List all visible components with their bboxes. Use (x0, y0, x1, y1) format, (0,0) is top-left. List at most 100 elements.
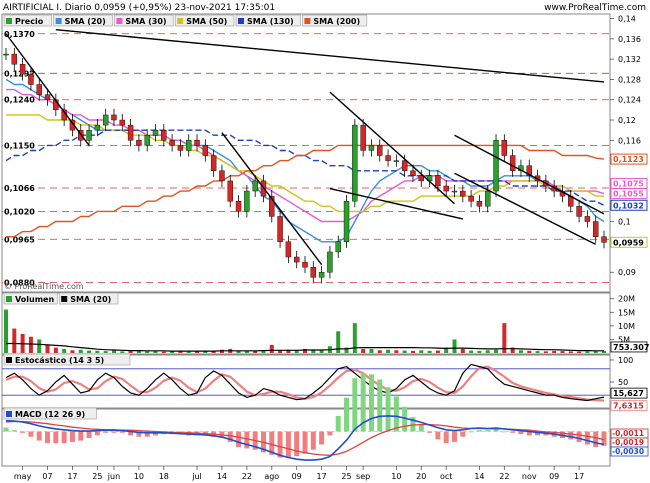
volume-legend-label: Volumen (15, 295, 54, 304)
volume-bar (145, 351, 150, 353)
volume-bar (186, 351, 191, 353)
price-legend-label: SMA (200) (313, 17, 360, 26)
price-legend-label: SMA (30) (125, 17, 166, 26)
price-bar-body (144, 135, 150, 146)
price-bar-body (435, 175, 441, 187)
macd-histogram-bar (86, 431, 92, 438)
macd-histogram-bar (285, 431, 291, 458)
volume-bar (543, 351, 548, 353)
stochastic-legend-swatch (6, 357, 12, 363)
macd-histogram-bar (368, 374, 374, 432)
volume-bar (402, 350, 407, 353)
stochastic-legend-label: Estocástico (14 3 5) (15, 356, 104, 365)
price-bar-body (327, 251, 333, 273)
x-axis-tick-label: 14 (474, 472, 484, 481)
price-axis-tick-label: 0,136 (618, 35, 641, 44)
volume-bar (336, 331, 341, 353)
price-axis-tick-label: 0,116 (618, 136, 641, 145)
price-level-label: 0,1150 (4, 141, 35, 150)
x-axis-tick-label: may (14, 472, 32, 481)
volume-bar (361, 348, 366, 353)
price-bar-body (401, 160, 408, 171)
stochastic-last-label: 15,627 (613, 389, 644, 398)
price-level-label: 0,1020 (4, 207, 35, 216)
price-legend-label: Precio (15, 17, 44, 26)
volume-last-label: 753.307 (613, 343, 649, 352)
macd-histogram-bar (501, 431, 507, 433)
volume-bar (585, 351, 590, 353)
chart-canvas: AIRTIFICIAL I. Diario 0,0959 (+0,95%) 23… (0, 0, 650, 481)
price-bar-body (584, 216, 591, 222)
volume-bar (111, 350, 116, 353)
macd-histogram-bar (28, 431, 34, 437)
macd-legend-label: MACD (12 26 9) (15, 410, 85, 419)
volume-bar (577, 351, 582, 353)
price-bar-body (111, 114, 117, 121)
price-bar-body (302, 261, 308, 268)
macd-histogram-bar (3, 427, 9, 432)
last-value-label: 0,0959 (613, 238, 644, 247)
macd-histogram-bar (103, 431, 109, 433)
macd-histogram-bar (593, 431, 599, 448)
volume-bar (28, 336, 33, 353)
macd-histogram-bar (443, 431, 449, 444)
macd-histogram-bar (277, 431, 283, 458)
macd-last-label: -0,0019 (612, 438, 644, 447)
volume-bar (45, 344, 50, 353)
volume-bar (494, 349, 499, 353)
price-bar-body (127, 124, 134, 141)
volume-bar (369, 348, 374, 353)
macd-histogram-bar (119, 431, 125, 433)
macd-histogram-bar (418, 425, 424, 432)
price-level-label: 0,1066 (4, 184, 35, 193)
price-bar-body (451, 190, 458, 193)
volume-bar (527, 350, 532, 353)
price-bar-body (102, 114, 109, 126)
volume-bar (87, 350, 92, 353)
macd-histogram-bar (11, 430, 17, 432)
x-axis-tick-label: 14 (217, 472, 227, 481)
volume-bar (128, 351, 133, 353)
price-bar-body (468, 195, 474, 202)
volume-bar (419, 350, 424, 353)
price-bar-body (385, 155, 391, 161)
price-bar-body (285, 241, 292, 258)
macd-histogram-bar (69, 431, 75, 442)
price-bar-body (44, 94, 51, 100)
price-legend-swatch (238, 18, 244, 24)
macd-histogram-bar (518, 431, 524, 435)
price-legend-swatch (304, 18, 311, 24)
price-axis-tick-label: 0,124 (618, 96, 641, 105)
price-bar-body (119, 119, 125, 126)
volume-bar (477, 350, 482, 353)
macd-histogram-bar (452, 431, 457, 442)
price-bar-body (177, 145, 184, 151)
price-legend-swatch (116, 18, 123, 24)
price-bar-body (335, 241, 341, 253)
macd-last-label: -0,0011 (612, 429, 644, 438)
volume-bar (552, 350, 557, 353)
macd-histogram-bar (294, 431, 300, 457)
x-axis-tick-label: 17 (317, 472, 327, 481)
volume-bar (435, 350, 440, 353)
macd-histogram-bar (393, 396, 399, 432)
x-axis-tick-label: ago (264, 472, 279, 481)
price-bar-body (227, 180, 233, 202)
macd-histogram-bar (584, 431, 590, 445)
x-axis-tick-label: jul (191, 472, 202, 481)
macd-histogram-bar (344, 397, 350, 432)
x-axis-tick-label: 22 (499, 472, 509, 481)
price-bar-body (368, 145, 375, 151)
last-value-label: 0,1123 (613, 155, 644, 164)
stochastic-last-label: 7,6315 (613, 402, 644, 411)
price-axis-tick-label: 0,12 (618, 116, 636, 125)
macd-histogram-bar (53, 431, 59, 444)
price-bar-body (210, 155, 217, 171)
price-legend-swatch (177, 18, 184, 24)
price-axis-tick-label: 0,09 (618, 268, 636, 277)
price-bar-body (352, 124, 358, 202)
x-axis-tick-label: 09 (292, 472, 302, 481)
price-bar-body (410, 170, 416, 177)
x-axis-tick-label: 09 (549, 472, 559, 481)
volume-bar (377, 350, 382, 353)
